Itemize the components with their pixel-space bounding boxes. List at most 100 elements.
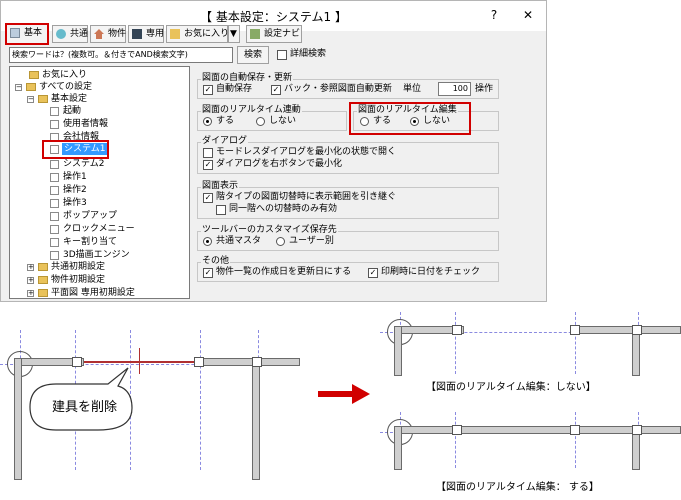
column xyxy=(452,325,462,335)
detail-search-checkbox[interactable] xyxy=(277,50,287,60)
page-icon xyxy=(50,160,59,169)
help-button[interactable]: ? xyxy=(485,7,503,23)
print-date-checkbox[interactable]: ✓ xyxy=(368,268,378,278)
keep-range-label: 階タイプの図面切替時に表示範囲を引き継ぐ xyxy=(216,192,397,202)
tree-all-settings[interactable]: すべての設定 xyxy=(39,81,92,93)
backup-label: バック・参照図面自動更新 xyxy=(284,84,392,94)
plan-before: 建具を削除 xyxy=(0,330,300,500)
per-user-radio[interactable] xyxy=(276,237,285,246)
tree-item[interactable]: 操作3 xyxy=(63,197,87,209)
unit-suffix: 操作 xyxy=(475,84,494,94)
arrow-icon xyxy=(318,384,370,404)
collapse-icon[interactable]: − xyxy=(27,96,34,103)
column xyxy=(194,357,204,367)
expand-icon[interactable]: + xyxy=(27,290,34,297)
unit-input[interactable]: 100 xyxy=(438,82,471,96)
autosave-checkbox[interactable]: ✓ xyxy=(203,85,213,95)
column xyxy=(570,325,580,335)
update-date-checkbox[interactable]: ✓ xyxy=(203,268,213,278)
realtime-link-no-label: しない xyxy=(269,116,297,126)
grid-line xyxy=(575,412,576,468)
page-icon xyxy=(50,212,59,221)
autosave-title: 図面の自動保存・更新 xyxy=(201,73,294,84)
toolbar-basic-button[interactable]: 基本 xyxy=(5,23,49,45)
expand-icon[interactable]: + xyxy=(27,277,34,284)
backup-checkbox[interactable]: ✓ xyxy=(271,85,281,95)
page-icon xyxy=(50,251,59,260)
realtime-edit-no-radio[interactable] xyxy=(410,117,419,126)
property-label: 物件 xyxy=(108,29,127,39)
tree-item[interactable]: 操作1 xyxy=(63,171,87,183)
common-master-label: 共通マスタ xyxy=(216,236,262,246)
tree-item[interactable]: 起動 xyxy=(63,105,81,117)
right-click-label: ダイアログを右ボタンで最小化 xyxy=(216,159,343,169)
per-user-label: ユーザー別 xyxy=(289,236,334,246)
wall xyxy=(394,426,402,470)
tree-item[interactable]: 操作2 xyxy=(63,184,87,196)
common-label: 共通 xyxy=(70,29,89,39)
grid-line xyxy=(455,412,456,468)
tree-favorites[interactable]: お気に入り xyxy=(42,69,87,81)
right-click-checkbox[interactable]: ✓ xyxy=(203,160,213,170)
page-icon xyxy=(50,145,59,154)
tree-item[interactable]: 使用者情報 xyxy=(63,118,108,130)
grid-line xyxy=(455,312,456,374)
tree-item[interactable]: 3D描画エンジン xyxy=(63,249,130,261)
folder-icon xyxy=(38,263,48,271)
tree-basic-settings[interactable]: 基本設定 xyxy=(51,93,87,105)
page-icon xyxy=(50,173,59,182)
page-icon xyxy=(50,225,59,234)
tree-item[interactable]: ポップアップ xyxy=(63,210,117,222)
basic-settings-icon xyxy=(10,28,20,38)
tree-item[interactable]: システム2 xyxy=(63,158,104,170)
page-icon xyxy=(50,186,59,195)
keep-range-checkbox[interactable]: ✓ xyxy=(203,193,213,203)
realtime-link-no-radio[interactable] xyxy=(256,117,265,126)
tree-item[interactable]: キー割り当て xyxy=(63,236,117,248)
page-icon xyxy=(50,238,59,247)
realtime-link-yes-label: する xyxy=(216,116,235,126)
wall xyxy=(570,326,681,334)
same-floor-checkbox[interactable] xyxy=(216,205,226,215)
favorites-folder-icon xyxy=(29,71,39,79)
wall xyxy=(252,358,260,480)
tree-item[interactable]: 共通初期設定 xyxy=(51,261,105,273)
realtime-link-yes-radio[interactable] xyxy=(203,117,212,126)
toolbar-property-button[interactable]: 物件 xyxy=(90,25,126,43)
expand-icon[interactable]: + xyxy=(27,264,34,271)
collapse-icon[interactable]: − xyxy=(15,84,22,91)
update-date-label: 物件一覧の作成日を更新日にする xyxy=(216,267,352,277)
basic-label: 基本 xyxy=(24,28,43,38)
page-icon xyxy=(50,199,59,208)
other-title: その他 xyxy=(201,256,231,267)
column xyxy=(252,357,262,367)
column xyxy=(632,325,642,335)
search-button[interactable]: 検索 xyxy=(237,46,269,64)
toolbar-dedicated-button[interactable]: 専用 xyxy=(128,25,164,43)
settings-tree[interactable]: お気に入り − すべての設定 − 基本設定 起動 使用者情報 会社情報 システム… xyxy=(9,66,190,299)
folder-icon xyxy=(38,95,48,103)
settings-navi-icon xyxy=(250,29,260,39)
tree-item[interactable]: クロックメニュー xyxy=(63,223,135,235)
toolbar-favorites-button[interactable]: お気に入り xyxy=(166,25,229,43)
realtime-edit-yes-radio[interactable] xyxy=(360,117,369,126)
same-floor-label: 同一階への切替時のみ有効 xyxy=(229,204,338,214)
tree-item-selected[interactable]: システム1 xyxy=(62,143,108,155)
close-button[interactable]: ✕ xyxy=(519,7,537,23)
search-input[interactable]: 検索ワードは？(複数可。＆付きでAND検索文字) xyxy=(9,47,233,63)
caption-realtime: 【図面のリアルタイム編集： する】 xyxy=(436,482,599,493)
dialog-title: ダイアログ xyxy=(201,136,249,147)
tree-item[interactable]: 物件初期設定 xyxy=(51,274,105,286)
window-title: 【 基本設定：システム1 】 xyxy=(200,10,347,24)
favorites-dropdown[interactable]: ▼ xyxy=(228,25,240,43)
navi-label: 設定ナビ xyxy=(264,29,301,39)
column xyxy=(570,425,580,435)
wall xyxy=(394,326,402,376)
tree-item[interactable]: 平面図 専用初期設定 xyxy=(51,287,135,299)
realtime-link-title: 図面のリアルタイム連動 xyxy=(201,105,302,116)
common-master-radio[interactable] xyxy=(203,237,212,246)
modeless-checkbox[interactable] xyxy=(203,148,213,158)
toolbar-navi-button[interactable]: 設定ナビ xyxy=(246,25,302,43)
modeless-label: モードレスダイアログを最小化の状態で開く xyxy=(216,147,397,157)
toolbar-common-button[interactable]: 共通 xyxy=(52,25,88,43)
